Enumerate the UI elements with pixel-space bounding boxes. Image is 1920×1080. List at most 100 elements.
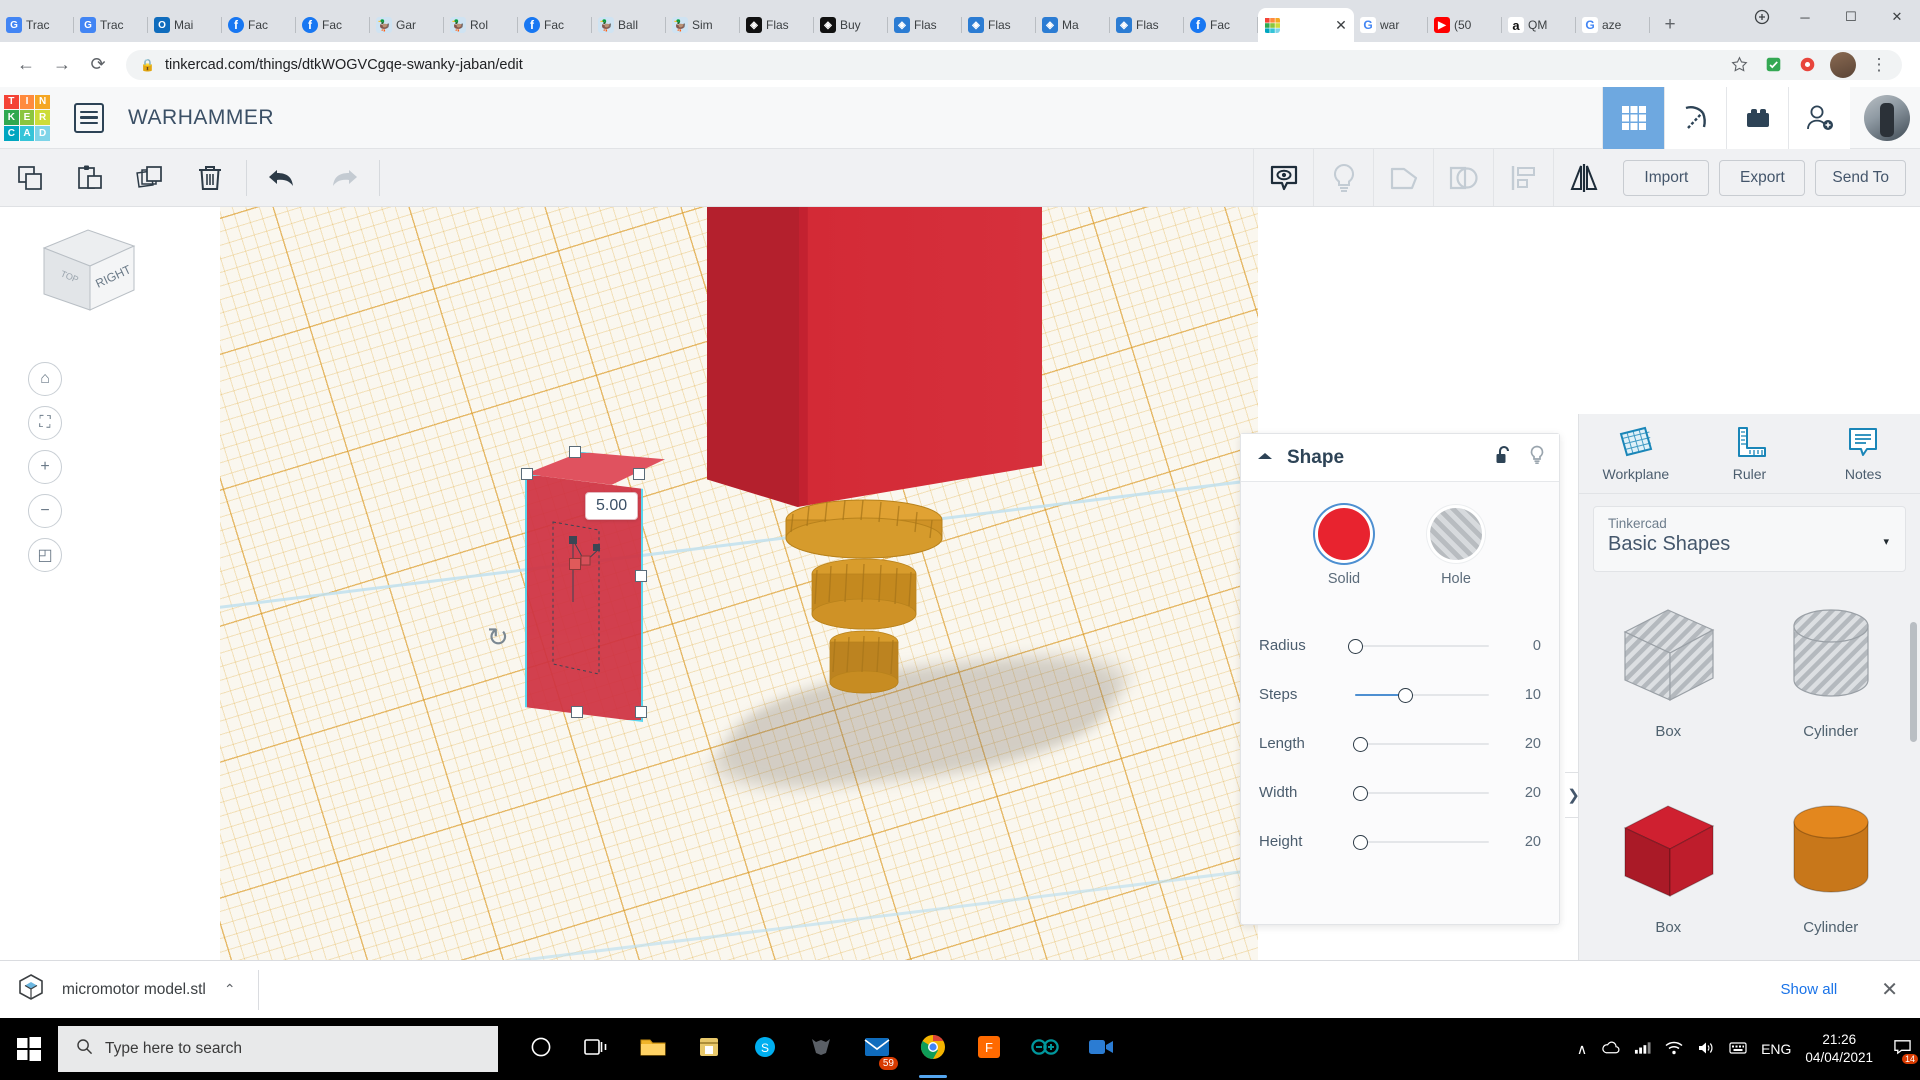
slider-radius[interactable]: Radius0	[1259, 621, 1541, 670]
browser-tab[interactable]: ◈Buy	[814, 8, 888, 42]
workplane-tool[interactable]: Workplane	[1579, 414, 1693, 493]
send-to-button[interactable]: Send To	[1815, 160, 1906, 196]
browser-tab[interactable]: GTrac	[74, 8, 148, 42]
keyboard-icon[interactable]	[1729, 1041, 1747, 1058]
slider-width[interactable]: Width20	[1259, 768, 1541, 817]
slider-value-steps[interactable]: 10	[1497, 687, 1541, 703]
reload-button[interactable]: ⟳	[82, 49, 114, 81]
camera-button[interactable]	[1074, 1018, 1128, 1080]
shape-cylinder-orange[interactable]: Cylinder	[1750, 782, 1913, 960]
copy-button[interactable]	[0, 149, 60, 206]
microsoft-store-button[interactable]	[682, 1018, 736, 1080]
resize-handle-right[interactable]	[635, 570, 647, 582]
light-button[interactable]	[1313, 149, 1373, 206]
duplicate-button[interactable]	[120, 149, 180, 206]
shape-box-red[interactable]: Box	[1587, 782, 1750, 960]
forward-button[interactable]: →	[46, 49, 78, 81]
show-all-downloads-button[interactable]: Show all	[1767, 975, 1852, 1004]
skype-button[interactable]: S	[738, 1018, 792, 1080]
slider-height[interactable]: Height20	[1259, 817, 1541, 866]
new-tab-button[interactable]: +	[1656, 11, 1684, 39]
shapes-scrollbar[interactable]	[1910, 622, 1917, 742]
export-button[interactable]: Export	[1719, 160, 1805, 196]
browser-tab[interactable]: ◈Ma	[1036, 8, 1110, 42]
shape-cylinder-hole[interactable]: Cylinder	[1750, 586, 1913, 778]
resize-handle-top[interactable]	[569, 446, 581, 458]
slider-track-length[interactable]	[1341, 734, 1497, 754]
ungroup-button[interactable]	[1433, 149, 1493, 206]
restore-session-button[interactable]	[1742, 0, 1782, 34]
fusion360-button[interactable]: F	[962, 1018, 1016, 1080]
profile-avatar[interactable]	[1830, 52, 1856, 78]
view-cube[interactable]: TOP RIGHT	[30, 222, 150, 322]
slider-knob-width[interactable]	[1353, 786, 1368, 801]
zoom-in-button[interactable]: +	[28, 450, 62, 484]
fit-view-button[interactable]: ⛶	[28, 406, 62, 440]
onedrive-icon[interactable]	[1601, 1041, 1620, 1058]
task-view-button[interactable]	[570, 1018, 624, 1080]
slider-track-steps[interactable]	[1341, 685, 1497, 705]
resize-handle-br[interactable]	[635, 706, 647, 718]
menu-icon[interactable]: ⋮	[1868, 54, 1890, 76]
group-button[interactable]	[1373, 149, 1433, 206]
slider-knob-steps[interactable]	[1398, 688, 1413, 703]
browser-tab[interactable]: GTrac	[0, 8, 74, 42]
address-bar[interactable]: 🔒 tinkercad.com/things/dtkWOGVCgqe-swank…	[126, 50, 1902, 80]
cortana-button[interactable]	[514, 1018, 568, 1080]
align-button[interactable]	[1493, 149, 1553, 206]
unlock-icon[interactable]	[1495, 445, 1513, 470]
download-item[interactable]: micromotor model.stl ⌃	[18, 970, 259, 1010]
file-explorer-button[interactable]	[626, 1018, 680, 1080]
maximize-button[interactable]: ☐	[1828, 0, 1874, 34]
delete-button[interactable]	[180, 149, 240, 206]
mirror-button[interactable]	[1553, 149, 1613, 206]
slider-value-radius[interactable]: 0	[1497, 638, 1541, 654]
browser-tab[interactable]: 🦆Rol	[444, 8, 518, 42]
rotate-arrow-icon[interactable]: ↻	[487, 622, 509, 653]
shape-library-select[interactable]: Tinkercad Basic Shapes ▾	[1593, 506, 1906, 572]
show-hide-button[interactable]	[1253, 149, 1313, 206]
paste-button[interactable]	[60, 149, 120, 206]
slider-steps[interactable]: Steps10	[1259, 670, 1541, 719]
browser-tab[interactable]: fFac	[222, 8, 296, 42]
browser-tab[interactable]: OMai	[148, 8, 222, 42]
tinkercad-logo[interactable]: TINKERCAD	[4, 95, 50, 141]
workplane-grid[interactable]: ↻ 5.00	[220, 207, 1258, 960]
import-button[interactable]: Import	[1623, 160, 1709, 196]
browser-tab[interactable]: 🦆Sim	[666, 8, 740, 42]
language-indicator[interactable]: ENG	[1761, 1041, 1791, 1057]
height-handle[interactable]	[569, 558, 581, 570]
browser-tab[interactable]: fFac	[518, 8, 592, 42]
zoom-out-button[interactable]: −	[28, 494, 62, 528]
browser-tab[interactable]: ◈Flas	[962, 8, 1036, 42]
bricks-button[interactable]	[1726, 87, 1788, 149]
resize-handle-bottom[interactable]	[571, 706, 583, 718]
game-button[interactable]	[794, 1018, 848, 1080]
chevron-up-icon[interactable]: ⌃	[224, 981, 236, 998]
network-icon[interactable]	[1634, 1041, 1651, 1058]
solid-swatch[interactable]: Solid	[1318, 508, 1370, 587]
browser-tab[interactable]: fFac	[1184, 8, 1258, 42]
browser-tab[interactable]: ✕	[1258, 8, 1354, 42]
blocks-codeblocks-button[interactable]	[1664, 87, 1726, 149]
star-icon[interactable]	[1728, 54, 1750, 76]
browser-tab[interactable]: ◈Flas	[1110, 8, 1184, 42]
selected-shape[interactable]: ↻ 5.00	[525, 452, 675, 722]
shape-box-hole[interactable]: Box	[1587, 586, 1750, 778]
browser-tab[interactable]: Gaze	[1576, 8, 1650, 42]
notes-tool[interactable]: Notes	[1806, 414, 1920, 493]
close-tab-button[interactable]: ✕	[1334, 18, 1348, 32]
dimension-badge[interactable]: 5.00	[585, 492, 638, 520]
home-view-button[interactable]: ⌂	[28, 362, 62, 396]
avatar[interactable]	[1864, 95, 1910, 141]
search-input[interactable]: Type here to search	[58, 1026, 498, 1072]
shield-check-icon[interactable]	[1762, 54, 1784, 76]
mail-button[interactable]: 59	[850, 1018, 904, 1080]
model-geometry[interactable]: ↻ 5.00	[220, 207, 1258, 960]
resize-handle-tl[interactable]	[521, 468, 533, 480]
slider-knob-height[interactable]	[1353, 835, 1368, 850]
slider-value-width[interactable]: 20	[1497, 785, 1541, 801]
invite-people-button[interactable]	[1788, 87, 1850, 149]
slider-track-radius[interactable]	[1341, 636, 1497, 656]
collapse-caret-icon[interactable]	[1255, 450, 1275, 465]
